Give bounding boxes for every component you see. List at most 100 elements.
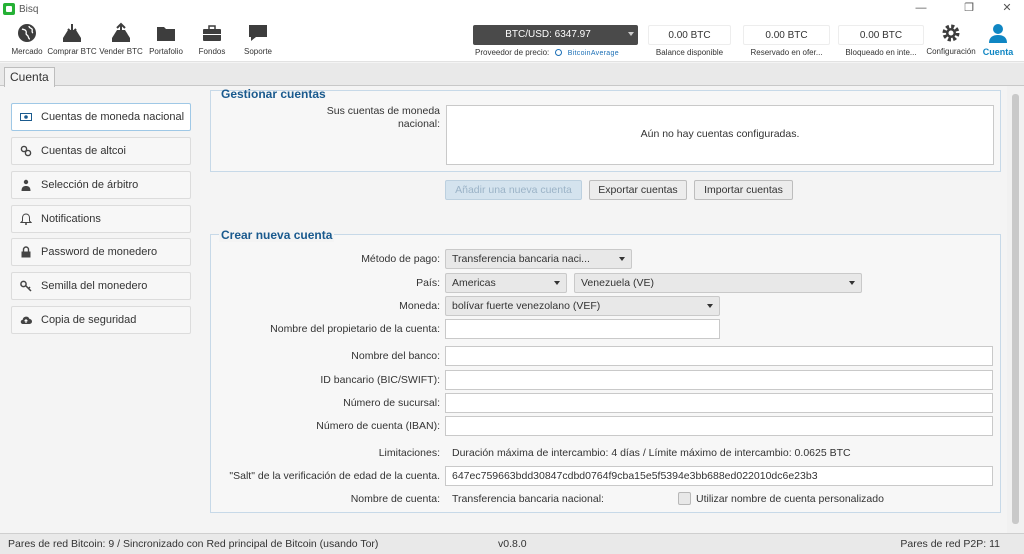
sidebar-item-copia-seguridad[interactable]: Copia de seguridad — [11, 306, 191, 334]
price-value: BTC/USD: 6347.97 — [505, 29, 591, 40]
chat-icon — [249, 25, 267, 41]
limits-label: Limitaciones: — [378, 447, 440, 459]
sidebar-item-label: Notifications — [41, 213, 101, 225]
owner-name-input[interactable] — [445, 319, 720, 339]
create-account-title: Crear nueva cuenta — [219, 228, 335, 242]
custom-account-name-label: Utilizar nombre de cuenta personalizado — [696, 493, 884, 505]
link-icon — [20, 145, 32, 157]
nav-configuracion[interactable]: Configuración — [926, 22, 976, 60]
p2p-peers-status: Pares de red P2P: 11 — [900, 538, 1000, 550]
title-bar: Bisq — ❐ ✕ — [0, 0, 1024, 18]
balance-reserved: 0.00 BTC Reservado en ofer... — [743, 25, 830, 59]
gear-icon — [942, 24, 960, 42]
sidebar-item-label: Password de monedero — [41, 246, 158, 258]
user-icon — [989, 24, 1007, 43]
manage-accounts-panel: Gestionar cuentas Sus cuentas de moneda … — [210, 87, 1001, 172]
payment-method-select[interactable]: Transferencia bancaria naci... — [445, 249, 632, 269]
sidebar-item-label: Cuentas de moneda nacional — [41, 111, 185, 123]
accounts-list-label-line1: Sus cuentas de moneda — [326, 105, 440, 117]
chevron-down-icon — [707, 304, 713, 308]
accounts-list-label-line2: nacional: — [397, 118, 440, 130]
sidebar-item-password-monedero[interactable]: Password de monedero — [11, 238, 191, 266]
branch-number-label: Número de sucursal: — [343, 397, 440, 409]
chevron-down-icon — [619, 257, 625, 261]
bitcoinaverage-logo-icon — [554, 49, 562, 56]
add-account-button[interactable]: Añadir una nueva cuenta — [445, 180, 582, 200]
region-select[interactable]: Americas — [445, 273, 567, 293]
chevron-down-icon — [554, 281, 560, 285]
country-select[interactable]: Venezuela (VE) — [574, 273, 862, 293]
nav-comprar-btc[interactable]: Comprar BTC — [46, 22, 98, 60]
lock-icon — [21, 246, 31, 258]
tab-cuenta[interactable]: Cuenta — [4, 67, 55, 87]
nav-soporte[interactable]: Soporte — [240, 22, 276, 60]
price-selector[interactable]: BTC/USD: 6347.97 — [473, 25, 638, 45]
manage-accounts-title: Gestionar cuentas — [221, 87, 326, 101]
price-provider-name: BitcoinAverage — [567, 50, 619, 57]
nav-fondos[interactable]: Fondos — [194, 22, 230, 60]
accounts-empty-message: Aún no hay cuentas configuradas. — [640, 128, 800, 140]
salt-input[interactable]: 647ec759663bdd30847cdbd0764f9cba15e5f539… — [445, 466, 993, 486]
sidebar-item-label: Selección de árbitro — [41, 179, 139, 191]
sidebar-item-semilla-monedero[interactable]: Semilla del monedero — [11, 272, 191, 300]
sidebar-item-label: Copia de seguridad — [41, 314, 137, 326]
export-accounts-button[interactable]: Exportar cuentas — [589, 180, 687, 200]
banknote-icon — [20, 113, 32, 121]
minimize-button[interactable]: — — [906, 0, 936, 18]
balance-available: 0.00 BTC Balance disponible — [648, 25, 731, 59]
custom-account-name-checkbox[interactable] — [678, 492, 691, 505]
close-button[interactable]: ✕ — [992, 0, 1022, 18]
maximize-button[interactable]: ❐ — [954, 0, 984, 18]
branch-number-input[interactable] — [445, 393, 993, 413]
salt-label: "Salt" de la verificación de edad de la … — [229, 470, 440, 482]
app-version: v0.8.0 — [498, 538, 527, 550]
cloud-upload-icon — [20, 316, 32, 325]
sidebar-item-label: Cuentas de altcoi — [41, 145, 126, 157]
bank-name-input[interactable] — [445, 346, 993, 366]
sidebar-item-seleccion-arbitro[interactable]: Selección de árbitro — [11, 171, 191, 199]
bank-id-label: ID bancario (BIC/SWIFT): — [320, 374, 440, 386]
key-icon — [20, 280, 32, 292]
account-name-value: Transferencia bancaria nacional: — [452, 493, 604, 505]
arbitrator-icon — [21, 179, 31, 191]
buy-btc-icon — [63, 24, 81, 42]
bitcoin-network-status: Pares de red Bitcoin: 9 / Sincronizado c… — [8, 538, 379, 550]
bank-id-input[interactable] — [445, 370, 993, 390]
payment-method-label: Método de pago: — [361, 253, 440, 265]
bisq-logo-icon — [3, 3, 15, 15]
account-number-label: Número de cuenta (IBAN): — [316, 420, 440, 432]
chevron-down-icon — [628, 32, 634, 36]
briefcase-icon — [203, 25, 221, 41]
folder-icon — [157, 27, 175, 41]
window-title: Bisq — [19, 3, 39, 15]
nav-portafolio[interactable]: Portafolio — [146, 22, 186, 60]
currency-select[interactable]: bolívar fuerte venezolano (VEF) — [445, 296, 720, 316]
scrollbar-thumb[interactable] — [1012, 94, 1019, 524]
country-label: País: — [416, 277, 440, 289]
main-toolbar: Mercado Comprar BTC Vender BTC Portafoli… — [0, 18, 1024, 62]
nav-vender-btc[interactable]: Vender BTC — [98, 22, 144, 60]
account-number-input[interactable] — [445, 416, 993, 436]
bank-name-label: Nombre del banco: — [351, 350, 440, 362]
balance-locked: 0.00 BTC Bloqueado en inte... — [838, 25, 924, 59]
owner-name-label: Nombre del propietario de la cuenta: — [270, 323, 440, 335]
globe-icon — [18, 24, 36, 42]
currency-label: Moneda: — [399, 300, 440, 312]
tab-bar: Cuenta — [0, 63, 1024, 87]
limits-value: Duración máxima de intercambio: 4 días /… — [452, 447, 851, 459]
import-accounts-button[interactable]: Importar cuentas — [694, 180, 793, 200]
sell-btc-icon — [112, 22, 130, 42]
price-provider: Proveedor de precio: BitcoinAverage — [475, 48, 619, 57]
nav-cuenta[interactable]: Cuenta — [980, 22, 1016, 60]
account-name-label: Nombre de cuenta: — [350, 493, 440, 505]
accounts-list[interactable]: Aún no hay cuentas configuradas. — [446, 105, 994, 165]
sidebar-item-cuentas-altcoin[interactable]: Cuentas de altcoi — [11, 137, 191, 165]
bell-icon — [20, 213, 32, 225]
nav-mercado[interactable]: Mercado — [8, 22, 46, 60]
sidebar-item-notifications[interactable]: Notifications — [11, 205, 191, 233]
content-scrollbar[interactable] — [1007, 86, 1024, 533]
sidebar-item-cuentas-moneda-nacional[interactable]: Cuentas de moneda nacional — [11, 103, 191, 131]
status-bar: Pares de red Bitcoin: 9 / Sincronizado c… — [0, 533, 1024, 554]
chevron-down-icon — [849, 281, 855, 285]
sidebar-item-label: Semilla del monedero — [41, 280, 148, 292]
